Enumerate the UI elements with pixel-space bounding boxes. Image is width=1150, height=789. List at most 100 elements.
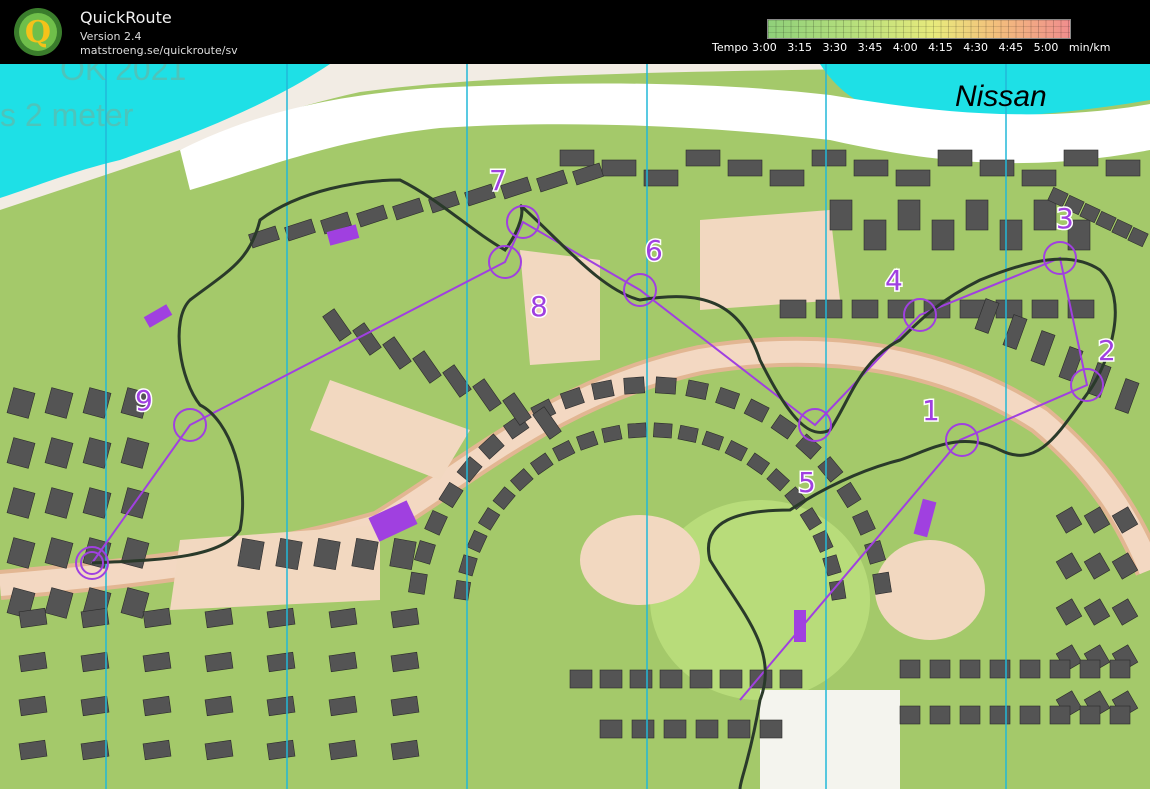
tempo-prefix: Tempo (712, 41, 749, 54)
building (351, 537, 379, 571)
building (328, 607, 358, 629)
building (872, 571, 892, 595)
building (629, 669, 653, 689)
building (1095, 210, 1117, 232)
tempo-legend-labels: Tempo 3:00 3:15 3:30 3:45 4:00 4:15 4:30 … (712, 41, 1117, 54)
building (759, 719, 783, 739)
building (631, 719, 655, 739)
building (382, 336, 412, 370)
building (929, 659, 951, 679)
control-number: 4 (885, 264, 903, 297)
building (1079, 659, 1101, 679)
building (663, 719, 687, 739)
building (390, 695, 420, 717)
building (204, 695, 234, 717)
building (627, 422, 647, 439)
building (815, 299, 843, 319)
building (727, 719, 751, 739)
buildings-layer (6, 149, 1149, 761)
building (719, 669, 743, 689)
building (536, 169, 568, 193)
building (853, 159, 889, 177)
building (601, 424, 623, 443)
building (643, 169, 679, 187)
tempo-label: 3:45 (857, 41, 883, 54)
building (1114, 378, 1140, 414)
building (80, 695, 110, 717)
control-number: 1 (922, 394, 940, 427)
building (266, 739, 296, 761)
building (1109, 705, 1131, 725)
tempo-label: 4:15 (928, 41, 953, 54)
building (424, 510, 448, 536)
building (1111, 598, 1139, 626)
place-label: Nissan (955, 80, 1047, 113)
rough-open (760, 690, 900, 789)
building (80, 651, 110, 673)
building (899, 705, 921, 725)
building (18, 739, 48, 761)
building (811, 149, 847, 167)
building (1109, 659, 1131, 679)
building (1030, 330, 1056, 366)
building (895, 169, 931, 187)
building (1086, 362, 1112, 398)
building (412, 350, 442, 384)
building (204, 651, 234, 673)
building (82, 437, 112, 469)
building (392, 197, 424, 221)
building (142, 739, 172, 761)
building (559, 149, 595, 167)
building (959, 705, 981, 725)
building (937, 149, 973, 167)
building (120, 437, 150, 469)
building (237, 537, 265, 571)
building (1105, 159, 1141, 177)
app-url[interactable]: matstroeng.se/quickroute/sv (80, 44, 238, 57)
building (18, 607, 48, 629)
building (727, 159, 763, 177)
building (569, 669, 593, 689)
building (715, 386, 741, 410)
building (599, 669, 623, 689)
building (770, 414, 798, 440)
building (1055, 598, 1083, 626)
tempo-label: 3:15 (787, 41, 812, 54)
building (1079, 705, 1101, 725)
gps-route (91, 178, 1117, 789)
control-number: 8 (530, 290, 548, 323)
building (6, 487, 36, 519)
building (769, 169, 805, 187)
building (959, 659, 981, 679)
orienteering-map[interactable]: 1 2 3 4 5 6 7 8 9 Nissan OK 2021 s 2 met… (0, 64, 1150, 789)
building (510, 468, 534, 492)
building (1063, 149, 1099, 167)
building (695, 719, 719, 739)
control-number: 6 (645, 234, 663, 267)
building (685, 149, 721, 167)
park-area (580, 515, 700, 605)
building (552, 439, 576, 462)
tempo-label: 5:00 (1033, 41, 1059, 54)
building (453, 579, 472, 601)
building (18, 651, 48, 673)
building (266, 651, 296, 673)
background-map-title: OK 2021 (60, 64, 186, 87)
building (817, 456, 844, 483)
building (599, 719, 623, 739)
building (1083, 598, 1111, 626)
tempo-label: 4:00 (892, 41, 918, 54)
building (328, 739, 358, 761)
building (779, 299, 807, 319)
building (701, 430, 724, 451)
map-canvas[interactable]: 1 2 3 4 5 6 7 8 9 Nissan OK 2021 s 2 met… (0, 64, 1150, 789)
control-number: 7 (489, 164, 507, 197)
building (779, 669, 803, 689)
building (1111, 218, 1133, 240)
app-title: QuickRoute (80, 8, 172, 27)
tempo-label: 4:30 (963, 41, 988, 54)
building (1033, 199, 1057, 231)
tempo-label: 4:45 (998, 41, 1024, 54)
control-number: 3 (1056, 202, 1074, 235)
building (572, 162, 604, 186)
